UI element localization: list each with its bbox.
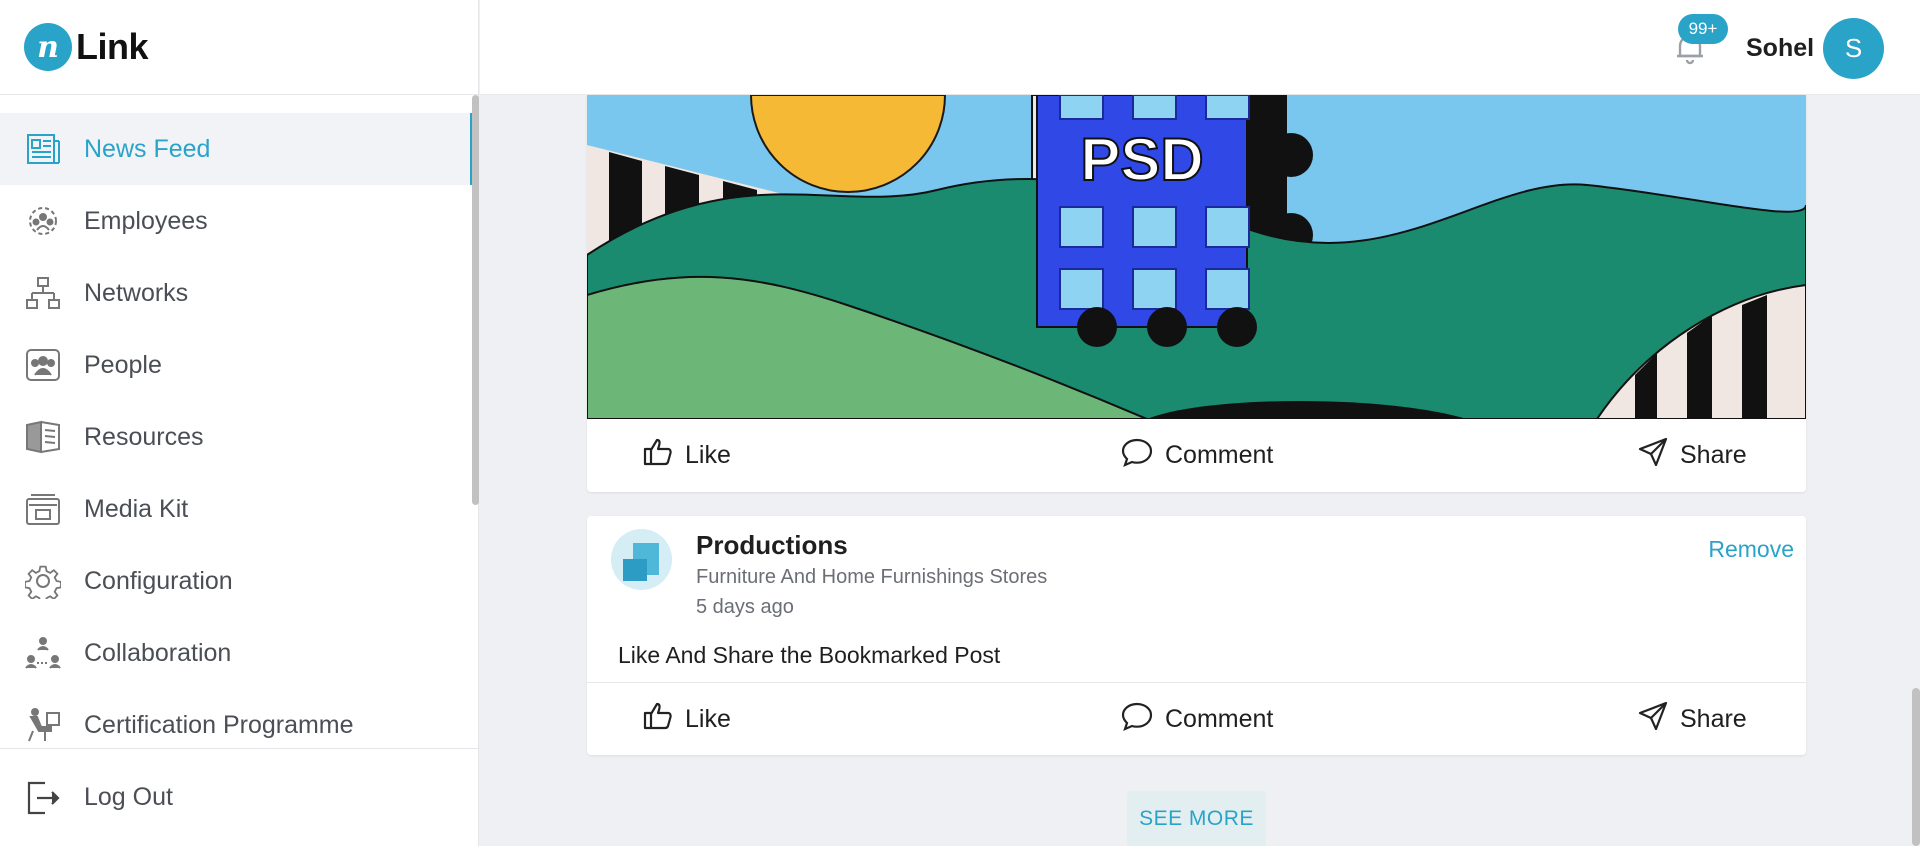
- post-image[interactable]: PSD: [587, 95, 1806, 419]
- brand-logo[interactable]: n Link: [0, 0, 478, 95]
- page-scrollbar-thumb[interactable]: [1912, 688, 1920, 846]
- share-label: Share: [1680, 441, 1747, 469]
- image-caption: PSD: [1080, 126, 1203, 193]
- sidebar-item-networks[interactable]: Networks: [0, 257, 474, 329]
- newspaper-icon: [24, 130, 62, 168]
- logout-icon: [24, 779, 62, 817]
- book-icon: [24, 418, 62, 456]
- post-card: Productions Furniture And Home Furnishin…: [587, 516, 1806, 755]
- user-avatar[interactable]: S: [1823, 18, 1884, 79]
- sidebar-item-employees[interactable]: Employees: [0, 185, 474, 257]
- logo-mark: n: [24, 23, 72, 71]
- share-label: Share: [1680, 705, 1747, 733]
- like-label: Like: [685, 441, 731, 469]
- employees-gear-icon: [24, 202, 62, 240]
- company-logo[interactable]: [611, 529, 672, 590]
- comment-button[interactable]: Comment: [1121, 683, 1273, 756]
- media-kit-icon: [24, 490, 62, 528]
- thumbs-up-icon: [643, 701, 673, 738]
- sidebar-item-label: News Feed: [84, 134, 211, 163]
- send-icon: [1638, 701, 1668, 738]
- sidebar-item-label: Media Kit: [84, 494, 189, 523]
- post-author-category: Furniture And Home Furnishings Stores: [696, 566, 1048, 588]
- logo-text: Link: [76, 26, 149, 67]
- gear-icon: [24, 562, 62, 600]
- post-actions: Like Comment Share: [587, 682, 1806, 755]
- sidebar-item-news-feed[interactable]: News Feed: [0, 113, 474, 185]
- collaboration-icon: [24, 634, 62, 672]
- sidebar-item-people[interactable]: People: [0, 329, 474, 401]
- notification-count-badge: 99+: [1678, 14, 1728, 44]
- sidebar-item-label: Employees: [84, 206, 208, 235]
- comment-label: Comment: [1165, 705, 1274, 733]
- like-label: Like: [685, 705, 731, 733]
- sidebar-item-label: Networks: [84, 278, 189, 307]
- people-icon: [24, 346, 62, 384]
- top-header: 99+ Sohel S: [480, 0, 1920, 95]
- sidebar-item-resources[interactable]: Resources: [0, 401, 474, 473]
- logout-button[interactable]: Log Out: [0, 748, 478, 846]
- send-icon: [1638, 437, 1668, 474]
- sidebar-item-configuration[interactable]: Configuration: [0, 545, 474, 617]
- sidebar-item-label: People: [84, 350, 162, 379]
- remove-button[interactable]: Remove: [1708, 536, 1794, 563]
- share-button[interactable]: Share: [1638, 683, 1747, 756]
- share-button[interactable]: Share: [1638, 419, 1747, 492]
- logout-label: Log Out: [84, 783, 173, 811]
- sidebar-item-label: Configuration: [84, 566, 233, 595]
- sidebar-item-media-kit[interactable]: Media Kit: [0, 473, 474, 545]
- sidebar: n Link News Feed Employees Networks Peop…: [0, 0, 479, 846]
- comment-label: Comment: [1165, 441, 1274, 469]
- comment-bubble-icon: [1121, 437, 1153, 474]
- user-name[interactable]: Sohel: [1746, 34, 1814, 63]
- post-body-text: Like And Share the Bookmarked Post: [618, 642, 1001, 668]
- sidebar-scrollbar[interactable]: [472, 95, 479, 747]
- thumbs-up-icon: [643, 437, 673, 474]
- post-author-name[interactable]: Productions: [696, 530, 848, 561]
- like-button[interactable]: Like: [643, 419, 731, 492]
- post-card: PSD Like Comment Share: [587, 95, 1806, 492]
- comment-button[interactable]: Comment: [1121, 419, 1273, 492]
- comment-bubble-icon: [1121, 701, 1153, 738]
- see-more-button[interactable]: SEE MORE: [1127, 791, 1266, 846]
- sidebar-item-label: Collaboration: [84, 638, 232, 667]
- sidebar-item-collaboration[interactable]: Collaboration: [0, 617, 474, 689]
- sidebar-item-label: Certification Programme: [84, 710, 354, 739]
- sidebar-nav: News Feed Employees Networks People Reso…: [0, 95, 474, 747]
- like-button[interactable]: Like: [643, 683, 731, 756]
- post-timestamp: 5 days ago: [696, 596, 794, 618]
- post-actions: Like Comment Share: [587, 419, 1806, 492]
- sidebar-scrollbar-thumb[interactable]: [472, 95, 479, 505]
- sidebar-item-certification-programme[interactable]: Certification Programme: [0, 689, 474, 747]
- sidebar-item-label: Resources: [84, 422, 204, 451]
- certification-icon: [24, 706, 62, 744]
- network-icon: [24, 274, 62, 312]
